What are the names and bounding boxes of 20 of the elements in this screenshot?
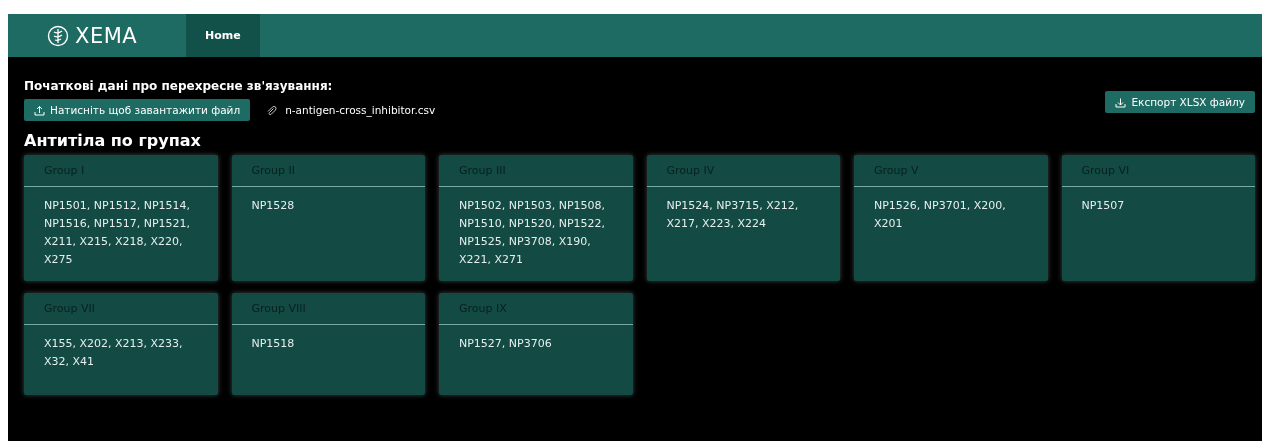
antibody-list: NP1501, NP1512, NP1514, NP1516, NP1517, NP1521, X211, X215, X218, X220, X275 xyxy=(44,199,191,266)
file-link[interactable]: n-antigen-cross_inhibitor.csv xyxy=(285,104,436,116)
export-button[interactable]: Експорт XLSX файлу xyxy=(1105,91,1255,113)
logo-text: XEMA xyxy=(75,23,138,48)
nav-tab[interactable]: Home xyxy=(186,14,260,57)
upload-icon xyxy=(34,104,45,116)
antibody-list: NP1507 xyxy=(1081,199,1125,212)
antibody-list: NP1526, NP3701, X200, X201 xyxy=(874,199,1006,230)
upload-label: Початкові дані про перехресне зв'язування: xyxy=(24,79,334,93)
antibody-list: NP1502, NP1503, NP1508, NP1510, NP1520, NP1522, NP1525, NP3708, X190, X221, X271 xyxy=(459,199,606,266)
paperclip-icon xyxy=(266,104,278,116)
antibody-list: NP1518 xyxy=(251,337,295,350)
antibody-list: NP1527, NP3706 xyxy=(459,337,552,350)
antibody-list: NP1528 xyxy=(251,199,295,212)
logo-icon xyxy=(47,24,69,47)
antibody-list: NP1524, NP3715, X212, X217, X223, X224 xyxy=(666,199,799,230)
upload-button[interactable]: Натисніть щоб завантажити файл xyxy=(24,99,251,121)
section-title: Антитіла по групах xyxy=(24,131,202,150)
download-icon xyxy=(1115,96,1127,108)
antibody-list: X155, X202, X213, X233, X32, X41 xyxy=(44,337,183,368)
